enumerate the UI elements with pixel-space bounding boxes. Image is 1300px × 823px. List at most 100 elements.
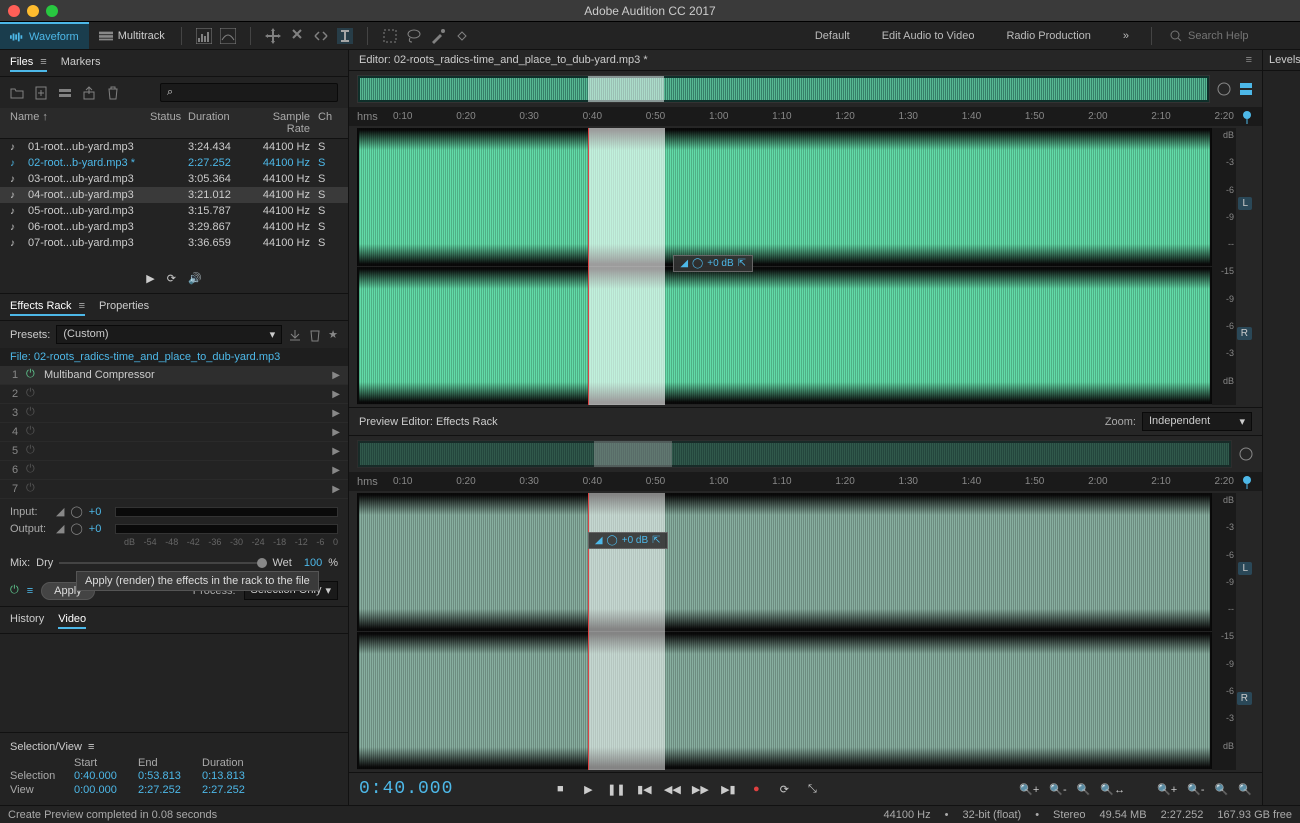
time-selection-tool-icon[interactable] — [337, 28, 353, 44]
slot-power-icon[interactable]: ⏻ — [26, 463, 40, 477]
slot-power-icon[interactable]: ⏻ — [26, 387, 40, 401]
minimize-window-button[interactable] — [27, 5, 39, 17]
channel-l-badge[interactable]: L — [1238, 197, 1252, 210]
menu-icon[interactable]: ≡ — [88, 741, 94, 753]
effect-slot[interactable]: 3 ⏻ ▶ — [0, 404, 348, 423]
zoom-navigator-icon[interactable] — [1216, 81, 1232, 97]
play-icon[interactable]: ▶ — [146, 272, 154, 285]
playhead[interactable] — [588, 128, 589, 405]
pitch-display-icon[interactable] — [220, 28, 236, 44]
auto-play-icon[interactable]: 🔊 — [188, 272, 202, 285]
zoom-out-icon[interactable]: 🔍- — [1049, 783, 1066, 796]
workspace-default[interactable]: Default — [799, 24, 866, 48]
rewind-button[interactable]: ◀◀ — [665, 782, 679, 796]
maximize-window-button[interactable] — [46, 5, 58, 17]
multitrack-mode-button[interactable]: Multitrack — [89, 22, 175, 49]
effect-slot[interactable]: 1 ⏻ Multiband Compressor ▶ — [0, 366, 348, 385]
effect-slot[interactable]: 2 ⏻ ▶ — [0, 385, 348, 404]
view-duration[interactable]: 2:27.252 — [202, 784, 266, 796]
menu-icon[interactable]: ≡ — [76, 300, 85, 312]
pin-playhead-icon[interactable] — [1240, 110, 1254, 124]
effect-slot[interactable]: 7 ⏻ ▶ — [0, 480, 348, 499]
slot-power-icon[interactable]: ⏻ — [26, 368, 40, 382]
zoom-out-vert-icon[interactable]: 🔍- — [1187, 783, 1204, 796]
gain-hud[interactable]: ◢ ◯ +0 dB ⇱ — [673, 255, 753, 272]
zoom-full-icon[interactable]: 🔍 — [1077, 783, 1091, 796]
selection-end[interactable]: 0:53.813 — [138, 770, 202, 782]
gain-hud[interactable]: ◢ ◯ +0 dB ⇱ — [588, 532, 668, 549]
skip-to-start-button[interactable]: ▮◀ — [637, 782, 651, 796]
stop-button[interactable]: ■ — [553, 782, 567, 796]
edit-mode-icon[interactable]: ≡ — [27, 585, 33, 597]
knob-icon[interactable]: ◯ — [607, 535, 618, 546]
file-row[interactable]: ♪ 06-root...ub-yard.mp3 3:29.867 44100 H… — [0, 219, 348, 235]
slip-tool-icon[interactable] — [313, 28, 329, 44]
close-window-button[interactable] — [8, 5, 20, 17]
workspace-edit-audio[interactable]: Edit Audio to Video — [866, 24, 991, 48]
pin-playhead-icon[interactable] — [1240, 475, 1254, 489]
menu-icon[interactable]: ≡ — [37, 56, 46, 68]
delete-preset-icon[interactable] — [308, 328, 322, 342]
trash-icon[interactable] — [106, 86, 120, 100]
razor-tool-icon[interactable] — [289, 28, 305, 44]
zoom-navigator-icon[interactable] — [1238, 446, 1254, 462]
slot-power-icon[interactable]: ⏻ — [26, 406, 40, 420]
zoom-out-point-icon[interactable]: 🔍 — [1238, 783, 1252, 796]
tab-history[interactable]: History — [10, 611, 44, 629]
tab-markers[interactable]: Markers — [61, 54, 101, 72]
mix-slider[interactable] — [59, 562, 266, 564]
spot-healing-icon[interactable] — [454, 28, 470, 44]
menu-icon[interactable]: ≡ — [1246, 54, 1252, 66]
timeline-ruler[interactable]: hms 0:100:200:300:400:501:001:101:201:30… — [349, 107, 1262, 126]
skip-selection-button[interactable]: ⤡ — [805, 782, 819, 796]
waveform-mode-button[interactable]: Waveform — [0, 22, 89, 49]
expand-icon[interactable]: ⇱ — [738, 258, 746, 269]
move-tool-icon[interactable] — [265, 28, 281, 44]
col-channels[interactable]: Ch — [318, 111, 338, 135]
tab-video[interactable]: Video — [58, 611, 86, 629]
output-knob-icon[interactable]: ◯ — [70, 522, 82, 535]
chevron-right-icon[interactable]: ▶ — [332, 484, 340, 495]
view-end[interactable]: 2:27.252 — [138, 784, 202, 796]
pause-button[interactable]: ❚❚ — [609, 782, 623, 796]
chevron-right-icon[interactable]: ▶ — [332, 446, 340, 457]
col-sample-rate[interactable]: Sample Rate — [248, 111, 318, 135]
waveform-canvas[interactable]: ◢ ◯ +0 dB ⇱ — [357, 128, 1212, 405]
spectral-display-icon[interactable] — [196, 28, 212, 44]
zoom-selection-icon[interactable]: 🔍↔ — [1100, 783, 1125, 796]
effect-slot[interactable]: 5 ⏻ ▶ — [0, 442, 348, 461]
rack-power-icon[interactable]: ⏻ — [10, 584, 19, 597]
preview-overview[interactable] — [357, 440, 1232, 468]
zoom-in-point-icon[interactable]: 🔍 — [1215, 783, 1229, 796]
files-search-input[interactable] — [177, 87, 331, 99]
selection-region[interactable] — [588, 128, 665, 405]
chevron-right-icon[interactable]: ▶ — [332, 408, 340, 419]
channel-display-icon[interactable] — [1238, 81, 1254, 97]
slot-power-icon[interactable]: ⏻ — [26, 425, 40, 439]
input-value[interactable]: +0 — [89, 506, 102, 518]
overview-waveform[interactable] — [357, 75, 1210, 103]
zoom-in-vert-icon[interactable]: 🔍+ — [1157, 783, 1177, 796]
channel-r-badge[interactable]: R — [1237, 692, 1252, 705]
effect-slot[interactable]: 6 ⏻ ▶ — [0, 461, 348, 480]
record-button[interactable]: ● — [749, 782, 763, 796]
file-row[interactable]: ♪ 03-root...ub-yard.mp3 3:05.364 44100 H… — [0, 171, 348, 187]
col-status[interactable]: Status — [150, 111, 188, 135]
workspace-more-button[interactable]: » — [1107, 24, 1145, 48]
marquee-tool-icon[interactable] — [382, 28, 398, 44]
save-preset-icon[interactable] — [288, 328, 302, 342]
help-search-input[interactable] — [1188, 30, 1288, 42]
zoom-in-icon[interactable]: 🔍+ — [1019, 783, 1039, 796]
input-knob-icon[interactable]: ◯ — [70, 505, 82, 518]
export-icon[interactable] — [82, 86, 96, 100]
file-row[interactable]: ♪ 02-root...b-yard.mp3 * 2:27.252 44100 … — [0, 155, 348, 171]
tab-effects-rack[interactable]: Effects Rack ≡ — [10, 298, 85, 316]
channel-r-badge[interactable]: R — [1237, 327, 1252, 340]
tab-files[interactable]: Files ≡ — [10, 54, 47, 72]
insert-to-multitrack-icon[interactable] — [58, 86, 72, 100]
loop-icon[interactable]: ⟳ — [167, 272, 176, 285]
preset-select[interactable]: (Custom) ▾ — [56, 325, 282, 344]
slot-power-icon[interactable]: ⏻ — [26, 444, 40, 458]
files-search-field[interactable]: ⌕ — [160, 83, 338, 102]
chevron-right-icon[interactable]: ▶ — [332, 427, 340, 438]
